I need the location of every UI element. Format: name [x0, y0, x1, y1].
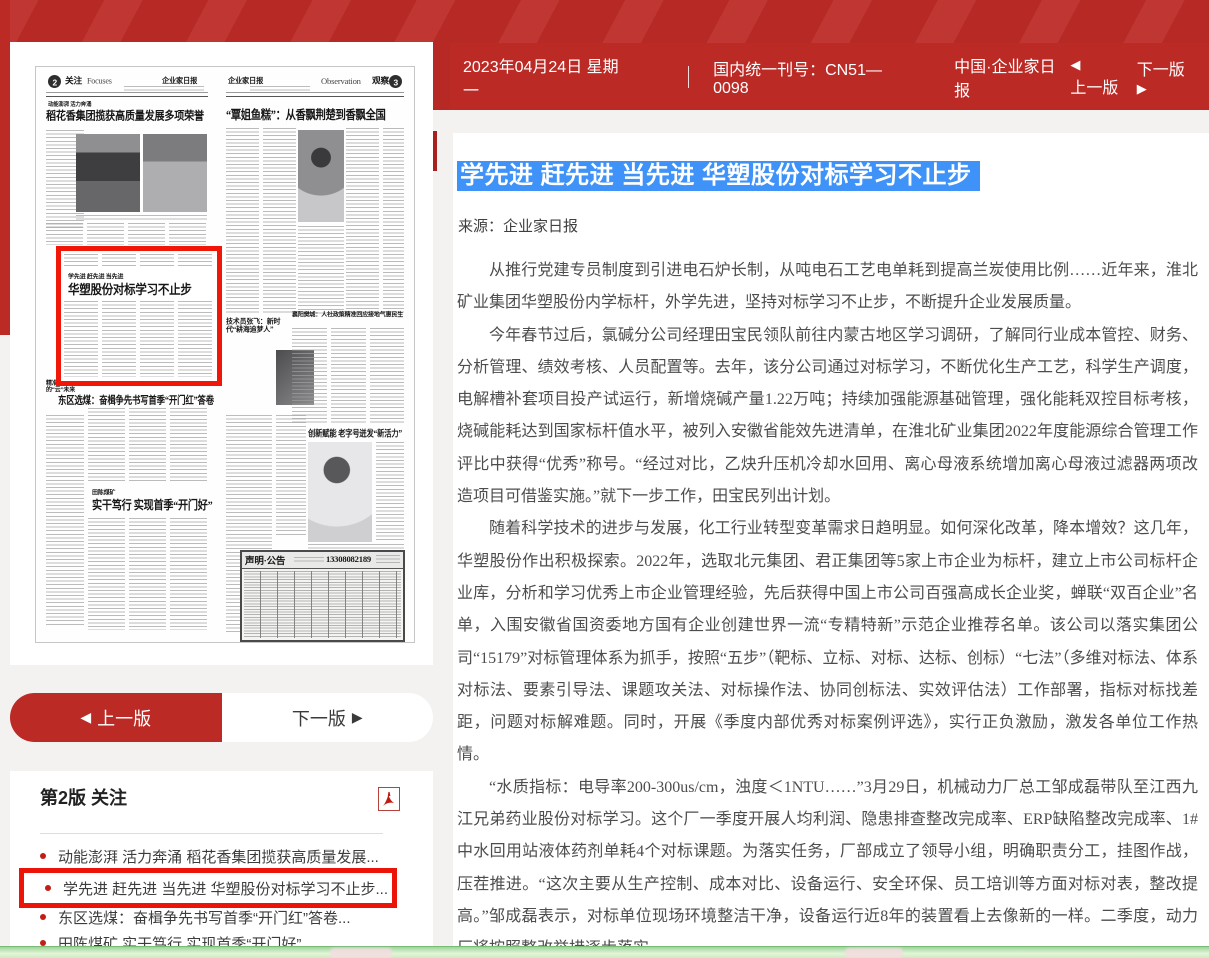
text-placeholder — [308, 544, 404, 549]
header-issue-number: 国内统一刊号：CN51—0098 — [713, 56, 912, 98]
edition-pager: ◀ 上一版 下一版 ▶ — [10, 693, 433, 742]
article-list-item[interactable]: 东区选煤：奋楫争先书写首季“开门红”答卷... — [40, 907, 351, 927]
thumb-right-page-header: 企业家日报 Observation 观察 3 — [226, 72, 404, 97]
section-name: 观察 — [372, 74, 389, 86]
photo-placeholder — [76, 134, 140, 212]
article-title-selected: 学先进 赶先进 当先进 华塑股份对标学习不止步 — [457, 161, 980, 191]
text-placeholder — [88, 518, 208, 630]
text-placeholder — [376, 442, 404, 542]
section-list-card: 第2版 关注 动能澎湃 活力奔涌 稻花香集团揽获高质量发展... 学先进 赶先进… — [10, 771, 433, 958]
article-paragraph: 今年春节过后，氯碱分公司经理田宝民领队前往内蒙古地区学习调研，了解同行业成本管控… — [457, 320, 1198, 514]
list-item-label: 动能澎湃 活力奔涌 稻花香集团揽获高质量发展... — [58, 846, 379, 867]
left-triangle-icon: ◀ — [1070, 57, 1080, 73]
text-placeholder — [88, 408, 208, 482]
highlighted-list-item-box: 学先进 赶先进 当先进 华塑股份对标学习不止步... — [19, 868, 397, 908]
text-placeholder — [226, 128, 296, 314]
section-name-en: Observation — [321, 76, 361, 87]
bullet-icon — [45, 885, 51, 891]
sidebar-panel: 2 关注 Focuses 企业家日报 动能澎湃 活力奔涌 稻花香集团揽获高质量发… — [10, 42, 433, 665]
strip-patch — [330, 948, 392, 958]
text-placeholder — [298, 226, 344, 314]
header-next-label: 下一版 — [1137, 56, 1185, 80]
list-item-label: 学先进 赶先进 当先进 华塑股份对标学习不止步... — [63, 878, 388, 899]
thumb-right-page: 企业家日报 Observation 观察 3 “覃姐鱼糕”：从香飘荆楚到香飘全国… — [226, 70, 404, 637]
section-title: 第2版 关注 — [40, 784, 127, 810]
prev-edition-label: 上一版 — [97, 705, 151, 731]
thumb-left-page-header: 2 关注 Focuses 企业家日报 — [46, 72, 208, 97]
pdf-icon[interactable] — [378, 787, 400, 811]
masthead: 企业家日报 — [228, 75, 263, 85]
text-placeholder — [292, 328, 404, 424]
photo-placeholder — [143, 134, 207, 212]
article-paragraph: 随着科学技术的进步与发展，化工行业转型变革需求日趋明显。如何深化改革，降本增效？… — [457, 513, 1198, 771]
thumb-headline-1: “覃姐鱼糕”：从香飘荆楚到香飘全国 — [226, 106, 385, 124]
text-placeholder — [294, 557, 324, 564]
header-divider — [688, 66, 689, 88]
thumb-left-page: 2 关注 Focuses 企业家日报 动能澎湃 活力奔涌 稻花香集团揽获高质量发… — [46, 70, 208, 637]
thumb-headline-4: 创新赋能 老字号迸发“新活力” — [308, 426, 402, 439]
article-body: 从推行党建专员制度到引进电石炉长制，从吨电石工艺电单耗到提高兰炭使用比例……近年… — [457, 255, 1198, 958]
highlight-headline: 华塑股份对标学习不止步 — [68, 280, 192, 298]
right-triangle-icon: ▶ — [352, 709, 363, 726]
bullet-icon — [40, 853, 46, 859]
thumb-headline-3: 襄阳樊城：人社政策精准回应接地气惠民生 — [292, 310, 403, 319]
right-triangle-icon: ▶ — [1137, 81, 1147, 97]
ads-title: 声明·公告 — [245, 554, 285, 568]
thumb-headline-2: 东区选煤：奋楫争先书写首季“开门红”答卷 — [58, 392, 214, 407]
photo-placeholder — [308, 442, 372, 542]
article-title-row: 学先进 赶先进 当先进 华塑股份对标学习不止步 — [457, 161, 980, 191]
text-placeholder — [276, 415, 306, 535]
ads-grid — [244, 571, 401, 638]
text-placeholder — [346, 128, 404, 314]
left-triangle-icon: ◀ — [80, 709, 91, 726]
text-placeholder — [64, 254, 212, 268]
next-edition-button[interactable]: 下一版 ▶ — [222, 693, 434, 742]
article-paragraph: 从推行党建专员制度到引进电石炉长制，从吨电石工艺电单耗到提高兰炭使用比例……近年… — [457, 255, 1198, 320]
prev-edition-button[interactable]: ◀ 上一版 — [10, 693, 222, 742]
rule — [46, 92, 208, 93]
highlighted-article-box[interactable]: 学先进 赶先进 当先进 华塑股份对标学习不止步 — [56, 246, 222, 386]
article-paragraph: “水质指标：电导率200-300us/cm，浊度＜1NTU……”3月29日，机械… — [457, 772, 1198, 958]
text-placeholder — [76, 215, 207, 220]
page: 2023年04月24日 星期一 国内统一刊号：CN51—0098 中国·企业家日… — [0, 0, 1209, 958]
header-prev-label: 上一版 — [1070, 74, 1118, 98]
article-list-item[interactable]: 动能澎湃 活力奔涌 稻花香集团揽获高质量发展... — [40, 846, 379, 866]
bullet-icon — [40, 914, 46, 920]
header-date: 2023年04月24日 星期一 — [463, 53, 630, 101]
thumb-headline-3: 实干笃行 实现首季“开门好” — [92, 496, 212, 513]
list-item-label: 东区选煤：奋楫争先书写首季“开门红”答卷... — [58, 907, 351, 928]
left-red-strip — [0, 0, 10, 335]
next-edition-label: 下一版 — [292, 705, 346, 731]
header-bar: 2023年04月24日 星期一 国内统一刊号：CN51—0098 中国·企业家日… — [450, 43, 1209, 110]
text-placeholder — [124, 86, 204, 91]
divider — [40, 833, 383, 834]
page-number-badge: 2 — [48, 75, 61, 88]
section-name-en: Focuses — [87, 76, 112, 86]
page-number-badge: 3 — [389, 75, 402, 88]
rule — [226, 92, 404, 93]
text-placeholder — [250, 86, 310, 91]
header-prev-edition-button[interactable]: ◀上一版 — [1068, 54, 1128, 100]
thumb-headline-2: 技术员张飞：新时代“耕海追梦人” — [226, 317, 291, 333]
thumb-headline-1: 稻花香集团揽获高质量发展多项荣誉 — [46, 107, 204, 123]
newspaper-page-thumbnail[interactable]: 2 关注 Focuses 企业家日报 动能澎湃 活力奔涌 稻花香集团揽获高质量发… — [35, 66, 415, 643]
ads-header: 声明·公告 13308082189 — [242, 552, 403, 569]
section-name: 关注 — [65, 74, 82, 86]
text-placeholder — [46, 223, 208, 245]
ads-phone: 13308082189 — [326, 554, 371, 565]
article-card: 学先进 赶先进 当先进 华塑股份对标学习不止步 来源：企业家日报 从推行党建专员… — [453, 133, 1209, 958]
photo-placeholder — [298, 130, 344, 222]
header-brand: 中国·企业家日报 — [954, 53, 1068, 101]
header-next-edition-button[interactable]: 下一版▶ — [1135, 54, 1195, 100]
text-placeholder — [376, 555, 400, 565]
text-placeholder — [46, 415, 84, 625]
strip-patch — [845, 948, 903, 958]
article-source: 来源：企业家日报 — [458, 215, 578, 236]
text-placeholder — [64, 301, 212, 377]
classified-ads-box: 声明·公告 13308082189 — [240, 550, 405, 642]
pdf-glyph — [382, 791, 396, 807]
article-list-item-current[interactable]: 学先进 赶先进 当先进 华塑股份对标学习不止步... — [45, 878, 388, 898]
bottom-green-strip — [0, 946, 1209, 958]
masthead: 企业家日报 — [162, 75, 197, 85]
